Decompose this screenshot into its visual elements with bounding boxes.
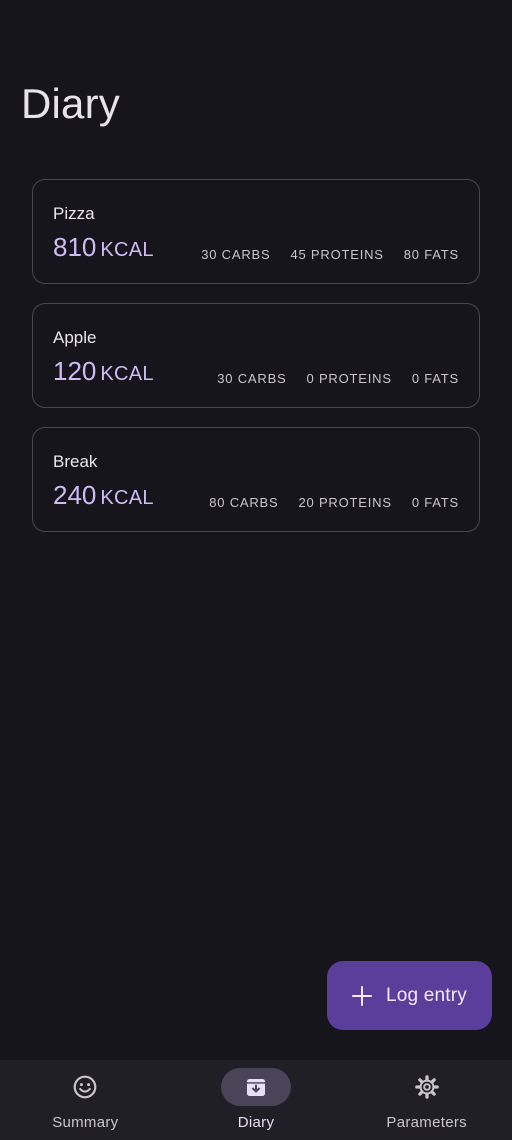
kcal-value: 810 xyxy=(53,232,97,262)
carbs-value: 30 CARBS xyxy=(201,247,271,262)
entry-name: Apple xyxy=(53,328,97,347)
diary-screen: Diary Pizza 810 KCAL 30 CARBS 45 PROTEINS… xyxy=(0,0,512,1140)
gear-icon xyxy=(414,1075,439,1099)
fats-value: 0 FATS xyxy=(411,371,459,386)
nav-indicator xyxy=(392,1068,462,1106)
fats-value: 0 FATS xyxy=(411,495,459,510)
plus-icon xyxy=(351,985,372,1006)
nav-indicator-active xyxy=(221,1068,291,1106)
kcal-value: 120 xyxy=(53,356,97,386)
entry-macros: 80 CARBS 20 PROTEINS 0 FATS xyxy=(209,495,459,510)
carbs-value: 80 CARBS xyxy=(209,495,279,510)
carbs-value: 30 CARBS xyxy=(217,371,287,386)
entry-card[interactable]: Apple 120 KCAL 30 CARBS 0 PROTEINS 0 FATS xyxy=(32,303,480,408)
page-title: Diary xyxy=(21,80,121,127)
proteins-value: 20 PROTEINS xyxy=(298,495,392,510)
log-entry-label: Log entry xyxy=(385,984,468,1006)
nav-label-diary: Diary xyxy=(237,1114,275,1131)
nav-label-parameters: Parameters xyxy=(386,1114,467,1131)
entry-list: Pizza 810 KCAL 30 CARBS 45 PROTEINS 80 FA… xyxy=(32,179,480,551)
log-entry-button[interactable]: Log entry xyxy=(327,961,492,1030)
archive-download-icon xyxy=(247,1079,265,1096)
entry-macros: 30 CARBS 45 PROTEINS 80 FATS xyxy=(201,247,459,262)
nav-item-parameters[interactable]: Parameters xyxy=(341,1060,512,1140)
entry-kcal: 240 KCAL xyxy=(53,480,154,511)
bottom-navigation: Summary Diary Parameters xyxy=(0,1060,512,1140)
kcal-unit: KCAL xyxy=(100,363,154,385)
entry-macros: 30 CARBS 0 PROTEINS 0 FATS xyxy=(217,371,459,386)
proteins-value: 0 PROTEINS xyxy=(306,371,392,386)
proteins-value: 45 PROTEINS xyxy=(290,247,384,262)
entry-name: Pizza xyxy=(53,204,95,223)
kcal-unit: KCAL xyxy=(100,239,154,261)
nav-indicator xyxy=(50,1068,120,1106)
fats-value: 80 FATS xyxy=(403,247,459,262)
entry-kcal: 810 KCAL xyxy=(53,232,154,263)
entry-card[interactable]: Break 240 KCAL 80 CARBS 20 PROTEINS 0 FAT… xyxy=(32,427,480,532)
kcal-unit: KCAL xyxy=(100,487,154,509)
entry-card[interactable]: Pizza 810 KCAL 30 CARBS 45 PROTEINS 80 FA… xyxy=(32,179,480,284)
nav-item-summary[interactable]: Summary xyxy=(0,1060,171,1140)
entry-name: Break xyxy=(53,452,98,471)
entry-kcal: 120 KCAL xyxy=(53,356,154,387)
nav-item-diary[interactable]: Diary xyxy=(171,1060,342,1140)
kcal-value: 240 xyxy=(53,480,97,510)
nav-label-summary: Summary xyxy=(52,1114,119,1131)
smiley-icon xyxy=(73,1075,97,1099)
